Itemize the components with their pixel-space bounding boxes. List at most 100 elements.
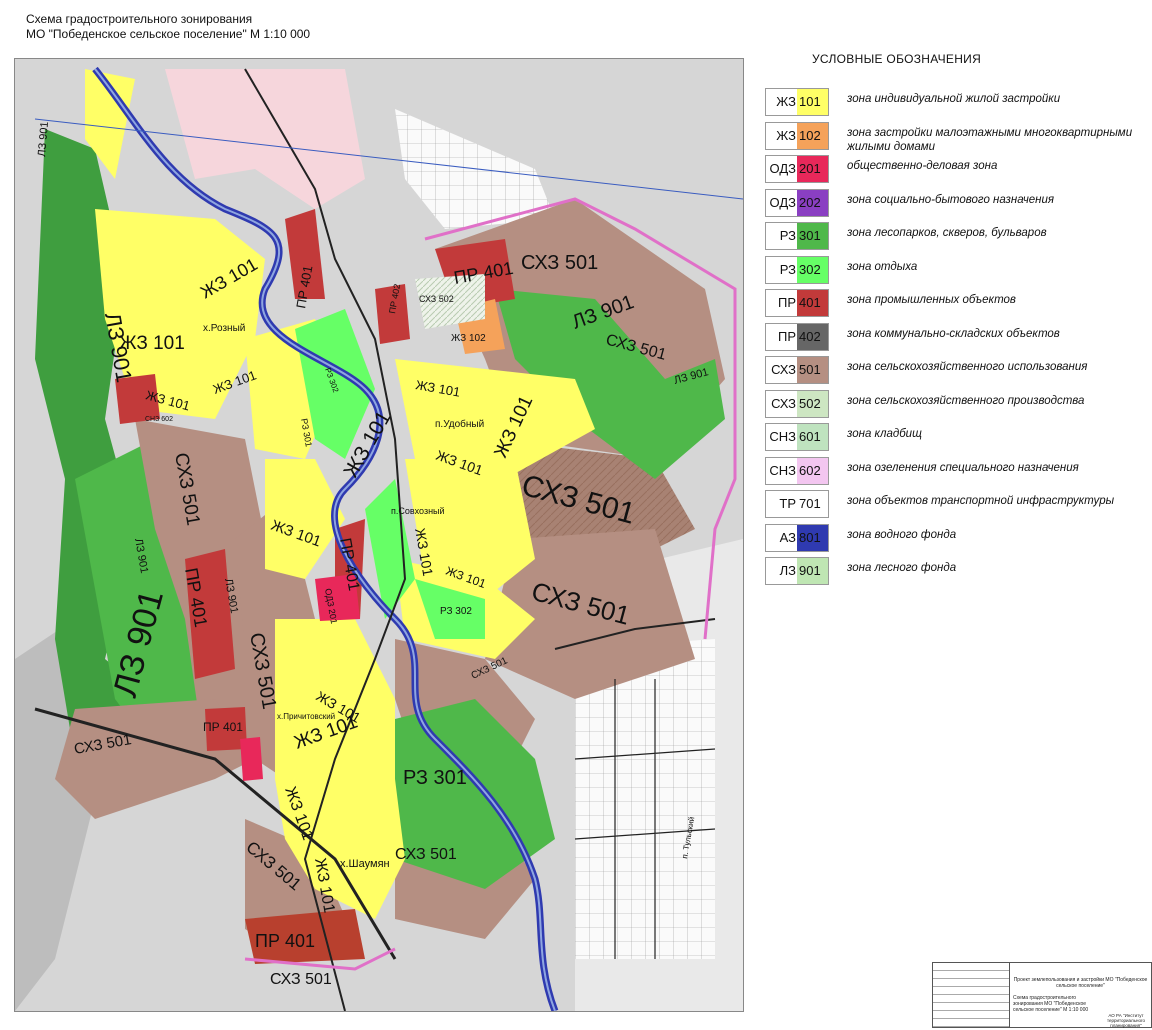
legend-code-prefix: СХЗ <box>771 362 796 377</box>
label-place-shaumyan: х.Шаумян <box>340 858 390 870</box>
map-title-line2: МО "Победенское сельское поселение" М 1:… <box>26 27 311 41</box>
legend-code-prefix: ЛЗ <box>779 563 796 578</box>
legend-code-number: 401 <box>797 290 828 316</box>
legend-description: зона индивидуальной жилой застройки <box>847 93 1061 105</box>
label-rz301-a: РЗ 301 <box>403 767 467 789</box>
legend-code-number: 302 <box>797 256 828 283</box>
legend-item: ТР 701 зона объектов транспортной инфрастр… <box>765 488 1145 522</box>
legend-code-prefix: ЖЗ <box>776 127 796 143</box>
label-place-udobny: п.Удобный <box>435 418 484 430</box>
legend-code-box: ПР 402 <box>765 322 829 351</box>
stamp-sheet: Схема градостроительного зонирования МО … <box>1013 995 1089 1013</box>
stamp-grid <box>933 963 1010 1027</box>
legend-code-number: 501 <box>797 357 828 383</box>
legend-description: зона коммунально-складских объектов <box>847 327 1060 340</box>
legend-code-prefix: РЗ <box>779 261 796 277</box>
legend-code-number: 901 <box>797 558 828 584</box>
legend-description: зона сельскохозяйственного использования <box>847 361 1088 373</box>
legend-code-prefix: СНЗ <box>769 462 796 478</box>
legend-code-box: ЖЗ 101 <box>765 88 829 116</box>
legend-item: СНЗ 601 зона кладбищ <box>765 421 1145 455</box>
legend-description: зона кладбищ <box>847 428 922 440</box>
legend-description: зона застройки малоэтажными многоквартир… <box>847 126 1133 153</box>
legend-item: АЗ 801 зона водного фонда <box>765 522 1145 556</box>
legend-code-prefix: ПР <box>777 328 796 344</box>
legend-code-prefix: ЖЗ <box>776 94 796 109</box>
legend-code-box: СХЗ 501 <box>765 356 829 384</box>
legend-description: зона социально-бытового назначения <box>847 193 1055 206</box>
legend-code-box: РЗ 302 <box>765 255 829 284</box>
legend-description: зона водного фонда <box>847 528 957 541</box>
legend-description: зона сельскохозяйственного производства <box>847 394 1085 407</box>
label-shz501-j: СХЗ 501 <box>270 971 332 988</box>
legend-item: СХЗ 501 зона сельскохозяйственного использ… <box>765 354 1145 388</box>
legend-description: зона лесного фонда <box>847 562 957 574</box>
legend-item: СНЗ 602 зона озеленения специального назна… <box>765 455 1145 489</box>
legend-description: зона озеленения специального назначения <box>847 461 1079 474</box>
legend-code-number: 301 <box>797 223 828 249</box>
legend-description: зона отдыха <box>847 260 918 273</box>
legend-description: зона лесопарков, скверов, бульваров <box>847 227 1047 239</box>
legend-code-box: СНЗ 601 <box>765 423 829 451</box>
legend-code-number: 801 <box>797 524 828 551</box>
title-stamp: Проект землепользования и застройки МО "… <box>932 962 1152 1028</box>
legend-title: УСЛОВНЫЕ ОБОЗНАЧЕНИЯ <box>812 52 982 66</box>
legend-code-number: 602 <box>797 457 828 484</box>
legend-code-number: 601 <box>797 424 828 450</box>
legend-code-number: 402 <box>797 323 828 350</box>
label-pr401-e: ПР 401 <box>255 931 315 951</box>
label-shz501-a: СХЗ 501 <box>521 252 598 274</box>
stamp-project: Проект землепользования и застройки МО "… <box>1013 977 1148 989</box>
legend-code-prefix: АЗ <box>779 529 796 545</box>
legend-code-prefix: СХЗ <box>771 395 796 411</box>
legend-code-box: СХЗ 502 <box>765 389 829 418</box>
legend-code-box: ОДЗ 201 <box>765 155 829 183</box>
legend-code-prefix: ТР <box>779 496 796 511</box>
legend-description: зона промышленных объектов <box>847 294 1016 306</box>
legend-code-number: 502 <box>797 390 828 417</box>
label-rz302-a: РЗ 302 <box>440 606 472 617</box>
legend-code-box: СНЗ 602 <box>765 456 829 485</box>
legend-code-number: 101 <box>797 89 828 115</box>
legend-code-box: ОДЗ 202 <box>765 188 829 217</box>
legend-code-number: 202 <box>797 189 828 216</box>
zoning-map-canvas: ЛЗ 901 ЛЗ 901 ЛЗ 901 ЛЗ 901 ЛЗ 901 ЛЗ 90… <box>15 59 743 1011</box>
label-zhz101-a: ЖЗ 101 <box>119 333 185 354</box>
map-title-line1: Схема градостроительного зонирования <box>26 12 253 26</box>
label-place-prichitovsky: х.Причитовский <box>277 712 335 721</box>
stamp-org: АО РА "Институт территориального планиро… <box>1106 1013 1146 1028</box>
map-title-block: Схема градостроительного зонирования МО … <box>26 12 310 42</box>
zoning-map: ЛЗ 901 ЛЗ 901 ЛЗ 901 ЛЗ 901 ЛЗ 901 ЛЗ 90… <box>14 58 744 1012</box>
legend-item: ЖЗ 102 зона застройки малоэтажными многокв… <box>765 120 1145 154</box>
legend-code-prefix: РЗ <box>779 228 796 243</box>
legend-item: ПР 401 зона промышленных объектов <box>765 287 1145 321</box>
legend-description: зона объектов транспортной инфраструктур… <box>847 495 1115 507</box>
legend-item: ЛЗ 901 зона лесного фонда <box>765 555 1145 589</box>
legend-code-box: АЗ 801 <box>765 523 829 552</box>
legend-code-box: ЖЗ 102 <box>765 121 829 150</box>
legend-item: ПР 402 зона коммунально-складских объектов <box>765 321 1145 355</box>
legend-code-number: 701 <box>797 491 828 517</box>
legend-code-prefix: ОДЗ <box>769 194 796 210</box>
legend-code-box: РЗ 301 <box>765 222 829 250</box>
zone-odz201-south <box>240 737 263 781</box>
legend: ЖЗ 101 зона индивидуальной жилой застройки… <box>765 86 1145 589</box>
legend-code-box: ЛЗ 901 <box>765 557 829 585</box>
legend-item: ЖЗ 101 зона индивидуальной жилой застройки <box>765 86 1145 120</box>
label-snz602: СНЗ 602 <box>145 416 173 423</box>
legend-code-box: ТР 701 <box>765 490 829 518</box>
legend-code-prefix: СНЗ <box>769 429 796 444</box>
legend-item: ОДЗ 202 зона социально-бытового назначения <box>765 187 1145 221</box>
label-shz501-i: СХЗ 501 <box>395 846 457 863</box>
label-zhz102: ЖЗ 102 <box>451 333 486 344</box>
legend-code-prefix: ПР <box>777 295 796 310</box>
legend-item: ОДЗ 201 общественно-деловая зона <box>765 153 1145 187</box>
legend-item: РЗ 302 зона отдыха <box>765 254 1145 288</box>
label-place-rozny: х.Розный <box>203 323 245 334</box>
label-pr401-f: ПР 401 <box>203 720 243 734</box>
label-shz502: СХЗ 502 <box>419 294 454 304</box>
legend-description: общественно-деловая зона <box>847 160 998 172</box>
legend-code-number: 201 <box>797 156 828 182</box>
legend-code-number: 102 <box>797 122 828 149</box>
legend-item: РЗ 301 зона лесопарков, скверов, бульваров <box>765 220 1145 254</box>
